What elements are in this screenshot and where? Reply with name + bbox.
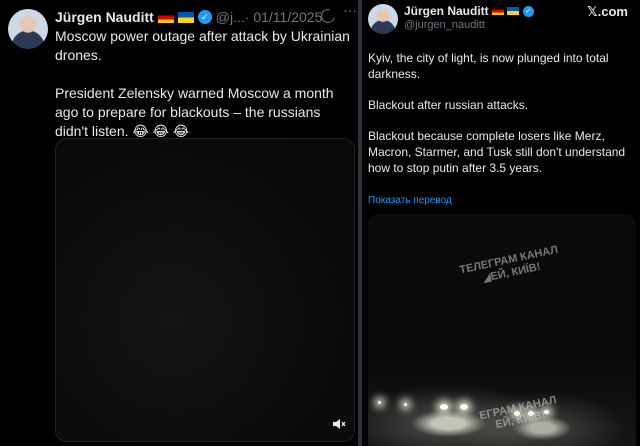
watermark-top: ТЕЛЕГРАМ КАНАЛ ◢ЕЙ, КИЇВ! [458, 244, 561, 289]
more-icon[interactable]: ··· [343, 3, 357, 17]
right-avatar[interactable] [368, 4, 398, 34]
left-handle[interactable]: @j... [216, 9, 245, 25]
germany-flag-icon [491, 7, 504, 15]
headlight [404, 403, 407, 406]
right-author-name[interactable]: Jürgen Nauditt [404, 4, 489, 18]
x-logo-icon[interactable]: 𝕏.com [587, 4, 628, 20]
ukraine-flag-icon [506, 7, 519, 15]
verified-icon: ✓ [197, 10, 212, 24]
left-author-name[interactable]: Jürgen Nauditt [55, 9, 154, 25]
ukraine-flag-icon [177, 11, 194, 23]
translate-link[interactable]: Показать перевод [368, 195, 452, 206]
left-paragraph-2: President Zelensky warned Moscow a month… [55, 85, 334, 139]
right-paragraph-3: Blackout because complete losers like Me… [368, 129, 626, 175]
verified-icon: ✓ [522, 5, 534, 17]
germany-flag-icon [157, 11, 174, 23]
left-tweet-header: Jürgen Nauditt ✓ @j... · 01/11/2025 [55, 8, 322, 26]
right-video[interactable]: ТЕЛЕГРАМ КАНАЛ ◢ЕЙ, КИЇВ! ЕГРАМ КАНАЛ ЕЙ… [368, 214, 636, 446]
right-paragraph-1: Kyiv, the city of light, is now plunged … [368, 51, 609, 81]
left-date[interactable]: · 01/11/2025 [245, 9, 323, 25]
headlight [460, 404, 468, 410]
left-paragraph-1: Moscow power outage after attack by Ukra… [55, 28, 350, 63]
right-tweet-text: Kyiv, the city of light, is now plunged … [368, 50, 636, 191]
headlight [378, 401, 381, 404]
right-tweet: Jürgen Nauditt ✓ @jurgen_nauditt 𝕏.com K… [362, 0, 640, 446]
left-tweet: Jürgen Nauditt ✓ @j... · 01/11/2025 ··· … [0, 0, 358, 446]
right-paragraph-2: Blackout after russian attacks. [368, 98, 529, 112]
headlight [440, 404, 448, 410]
mute-icon[interactable] [332, 417, 346, 431]
headlights-glow [368, 356, 636, 446]
left-video[interactable] [55, 138, 355, 442]
right-name-row: Jürgen Nauditt ✓ [404, 4, 534, 18]
video-frame [56, 139, 354, 441]
left-avatar[interactable] [8, 9, 48, 49]
right-handle[interactable]: @jurgen_nauditt [404, 19, 485, 31]
